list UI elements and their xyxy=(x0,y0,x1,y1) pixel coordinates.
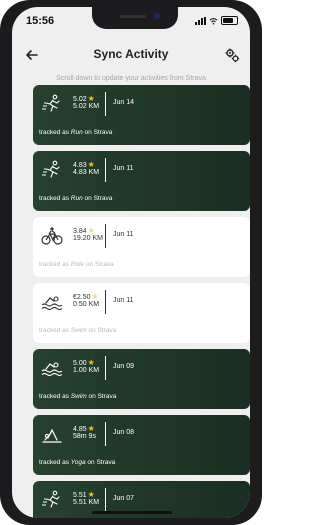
activity-distance: 58m 9s xyxy=(73,433,96,440)
activity-points: 5.00★ xyxy=(73,358,95,367)
activity-distance: 4.83 KM xyxy=(73,169,100,176)
tracked-text: tracked as Yoga on Strava xyxy=(39,459,116,466)
run-icon xyxy=(41,490,63,510)
activity-date: Jun 09 xyxy=(113,363,135,370)
divider xyxy=(105,422,106,446)
speaker xyxy=(120,15,146,18)
activity-card[interactable]: 3.84★ 19.20 KM Jun 11 tracked as Ride on St… xyxy=(33,217,250,277)
activity-type: Swim xyxy=(70,327,87,334)
swim-icon xyxy=(41,358,63,378)
status-time: 15:56 xyxy=(26,15,55,27)
star-icon: ★ xyxy=(87,358,95,367)
divider xyxy=(105,290,106,314)
phone-frame: 15:56 Sync Activity Scroll down to updat… xyxy=(0,0,262,525)
run-icon xyxy=(41,160,63,180)
battery-icon xyxy=(221,16,238,25)
activity-points: 5.02★ xyxy=(73,94,95,103)
activity-points: 3.84★ xyxy=(73,226,95,235)
activity-points: 4.85★ xyxy=(73,424,95,433)
activity-distance: 19.20 KM xyxy=(73,235,103,242)
divider xyxy=(105,356,106,380)
activity-type: Run xyxy=(70,195,83,202)
star-icon: ★ xyxy=(91,292,99,301)
activity-date: Jun 11 xyxy=(113,297,134,304)
yoga-icon xyxy=(41,424,63,444)
activity-points: €2.50★ xyxy=(73,292,99,301)
run-icon xyxy=(41,94,63,114)
divider xyxy=(105,92,106,116)
star-icon: ★ xyxy=(87,226,95,235)
divider xyxy=(105,158,106,182)
activity-card[interactable]: 5.00★ 1.00 KM Jun 09 tracked as Swim on Str… xyxy=(33,349,250,409)
divider xyxy=(105,224,106,248)
tracked-text: tracked as Swim on Strava xyxy=(39,327,117,334)
activity-date: Jun 14 xyxy=(113,99,135,106)
activity-card[interactable]: 5.02★ 5.02 KM Jun 14 tracked as Run on Stra… xyxy=(33,85,250,145)
notch xyxy=(92,7,178,29)
activity-date: Jun 07 xyxy=(113,495,135,502)
activity-distance: 5.02 KM xyxy=(73,103,100,110)
divider xyxy=(105,488,106,512)
tracked-text: tracked as Run on Strava xyxy=(39,129,113,136)
activity-points: 5.51★ xyxy=(73,490,95,499)
activity-type: Run xyxy=(70,129,83,136)
activity-date: Jun 08 xyxy=(113,429,135,436)
status-icons xyxy=(195,16,238,25)
gears-icon[interactable] xyxy=(224,47,240,63)
home-indicator xyxy=(92,511,172,514)
activity-card[interactable]: 4.83★ 4.83 KM Jun 11 tracked as Run on Stra… xyxy=(33,151,250,211)
activity-distance: 0.50 KM xyxy=(73,301,100,308)
star-icon: ★ xyxy=(87,160,95,169)
activity-date: Jun 11 xyxy=(113,231,134,238)
activity-type: Swim xyxy=(70,393,87,400)
activity-points: 4.83★ xyxy=(73,160,95,169)
activity-distance: 5.51 KM xyxy=(73,499,100,506)
star-icon: ★ xyxy=(87,94,95,103)
sync-hint: Scroll down to update your activities fr… xyxy=(56,75,206,82)
tracked-text: tracked as Ride on Strava xyxy=(39,261,114,268)
activity-type: Yoga xyxy=(70,459,86,466)
page-title: Sync Activity xyxy=(93,47,169,61)
bike-icon xyxy=(41,226,63,246)
tracked-text: tracked as Run on Strava xyxy=(39,195,113,202)
activity-date: Jun 11 xyxy=(113,165,134,172)
activity-card[interactable]: €2.50★ 0.50 KM Jun 11 tracked as Swim on St… xyxy=(33,283,250,343)
camera xyxy=(154,13,160,19)
top-bar: Sync Activity xyxy=(12,45,250,69)
activity-type: Ride xyxy=(70,261,85,268)
tracked-text: tracked as Swim on Strava xyxy=(39,393,117,400)
activity-card[interactable]: 4.85★ 58m 9s Jun 08 tracked as Yoga on Stra… xyxy=(33,415,250,475)
swim-icon xyxy=(41,292,63,312)
star-icon: ★ xyxy=(87,424,95,433)
activity-distance: 1.00 KM xyxy=(73,367,100,374)
star-icon: ★ xyxy=(87,490,95,499)
wifi-icon xyxy=(209,17,218,25)
signal-icon xyxy=(195,16,206,25)
app-screen: 15:56 Sync Activity Scroll down to updat… xyxy=(12,7,250,518)
